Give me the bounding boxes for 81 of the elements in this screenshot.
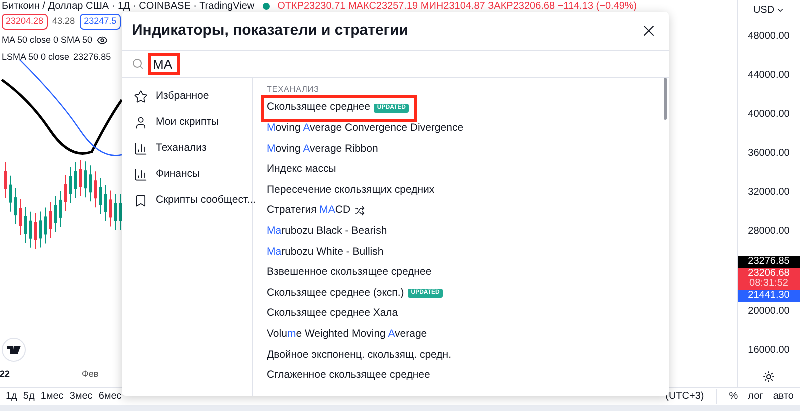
- eye-icon[interactable]: [96, 34, 108, 46]
- candle: [110, 190, 112, 228]
- candle: [84, 161, 88, 198]
- candle: [64, 174, 68, 212]
- indicator-item[interactable]: Двойное экспоненц. скользящ. средн.: [264, 345, 454, 366]
- price-box[interactable]: 43.28: [52, 15, 76, 28]
- indicator-item[interactable]: Скользящее среднее Хала: [264, 304, 402, 325]
- range-button[interactable]: 3мес: [70, 389, 93, 404]
- candle: [94, 171, 98, 208]
- currency-label[interactable]: USD: [753, 2, 775, 18]
- bookmark-icon: [134, 194, 148, 208]
- indicator-item[interactable]: Marubozu White - Bullish: [264, 242, 387, 263]
- scale-option[interactable]: %: [729, 389, 738, 404]
- price-tick: 16000.00: [748, 345, 790, 357]
- candle: [34, 212, 38, 250]
- candle: [114, 194, 118, 231]
- indicator-item[interactable]: Volume Weighted Moving Average: [264, 324, 430, 346]
- symbol-title: Биткоин / Доллар США · 1Д · COINBASE · TradingView: [2, 0, 255, 14]
- price-box[interactable]: 23247.5: [80, 14, 121, 30]
- price-tag: 21441.30: [738, 290, 800, 302]
- scale-option[interactable]: авто: [773, 389, 794, 404]
- dialog-title: Индикаторы, показатели и стратегии: [132, 20, 408, 41]
- bar-chart-icon: [134, 168, 148, 182]
- candle: [20, 198, 22, 236]
- settings-icon[interactable]: [763, 371, 775, 383]
- candle: [54, 196, 58, 233]
- candle: [44, 207, 48, 244]
- price-box[interactable]: 23204.28: [2, 14, 48, 30]
- scale-option[interactable]: лог: [748, 389, 764, 404]
- category-item[interactable]: Мои скрипты: [122, 110, 252, 136]
- candle: [104, 184, 108, 222]
- indicator-item[interactable]: Moving Average Convergence Divergence: [264, 118, 467, 140]
- indicator-item[interactable]: Moving Average Ribbon: [264, 139, 382, 160]
- category-item[interactable]: Финансы: [122, 162, 252, 188]
- candle: [40, 211, 42, 248]
- category-item[interactable]: Избранное: [122, 84, 252, 110]
- candle: [74, 162, 78, 199]
- scrollbar[interactable]: [664, 78, 667, 120]
- candle: [4, 162, 8, 198]
- price-tag: 23276.85: [738, 256, 800, 268]
- candle: [100, 178, 102, 215]
- price-tick: 40000.00: [748, 109, 790, 121]
- indicator-item[interactable]: Пересечение скользящих средних: [264, 180, 438, 201]
- range-button[interactable]: 5д: [23, 389, 35, 404]
- chart-icon: [134, 142, 148, 156]
- price-tag: 23206.68 08:31:52: [738, 268, 800, 290]
- candle: [80, 160, 82, 197]
- indicator-item[interactable]: Сглаженное скользящее среднее: [264, 366, 434, 386]
- indicator-item[interactable]: Стратегия MACD: [264, 200, 368, 222]
- indicator-item[interactable]: Индекс массы: [264, 160, 340, 180]
- indicator-label: MA 50 close 0 SMA 50: [2, 34, 93, 46]
- candle: [50, 202, 52, 239]
- section-heading: ТЕХАНАЛИЗ: [267, 84, 321, 96]
- category-item[interactable]: Теханализ: [122, 136, 252, 162]
- price-tick: 28000.00: [748, 226, 790, 238]
- indicator-item[interactable]: Взвешенное скользящее среднее: [264, 262, 435, 284]
- candle: [90, 165, 92, 202]
- price-tick: 44000.00: [748, 70, 790, 82]
- indicator-label: LSMA 50 0 close: [2, 51, 70, 64]
- indicator-value: 23276.85: [74, 51, 112, 64]
- candle: [10, 175, 12, 212]
- range-button[interactable]: 1д: [6, 389, 18, 404]
- search-icon: [132, 58, 144, 70]
- star-icon: [134, 90, 148, 104]
- ohlc-values: ОТКР23230.71 МАКС23257.19 МИН23104.87 ЗАКР23206.68 −114.13 (−0.49%): [278, 0, 638, 14]
- candle: [60, 190, 62, 228]
- range-button[interactable]: 6мес: [98, 389, 122, 404]
- user-icon: [134, 116, 148, 130]
- range-button[interactable]: 1мес: [40, 389, 64, 404]
- price-tick: 36000.00: [748, 148, 790, 160]
- price-tick: 32000.00: [748, 187, 790, 199]
- candle: [30, 211, 32, 248]
- time-axis-label: Фев: [82, 368, 99, 381]
- indicator-item[interactable]: Marubozu Black - Bearish: [264, 222, 390, 242]
- candle: [14, 188, 18, 226]
- time-axis-label: 22: [0, 368, 12, 381]
- search-field[interactable]: MA: [148, 53, 180, 75]
- candle: [24, 206, 28, 244]
- price-tick: 20000.00: [748, 306, 790, 318]
- candle: [70, 166, 72, 204]
- price-tick: 48000.00: [748, 31, 790, 43]
